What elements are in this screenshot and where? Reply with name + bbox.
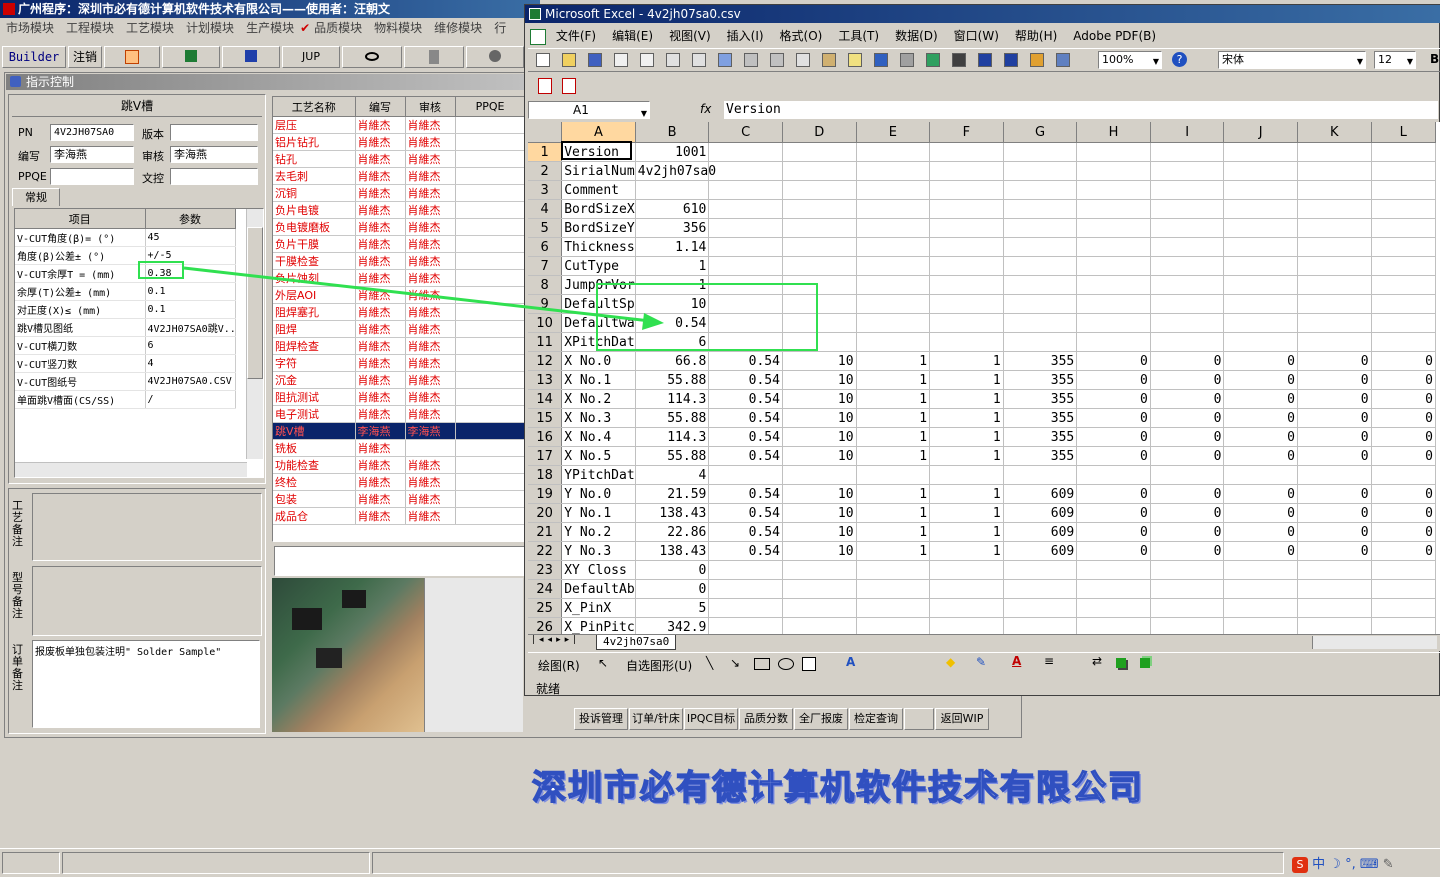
status-strip: S 中 ☽ °, ⌨ ✎ (0, 848, 1440, 877)
tools-icon[interactable]: ✎ (1383, 857, 1394, 872)
ime-mode[interactable]: 中 (1312, 857, 1325, 872)
keyboard-icon[interactable]: ⌨ (1360, 857, 1379, 872)
status-pane-1 (2, 852, 60, 874)
status-pane-3 (372, 852, 1284, 874)
moon-icon[interactable]: ☽ (1329, 857, 1341, 872)
ime-toolbar[interactable]: S 中 ☽ °, ⌨ ✎ (1292, 853, 1438, 873)
status-pane-2 (62, 852, 370, 874)
arrow-line (183, 266, 651, 323)
annotation-arrow (183, 266, 664, 330)
arrow-head (642, 313, 664, 330)
sogou-icon[interactable]: S (1292, 857, 1308, 873)
punctuation-icon[interactable]: °, (1345, 857, 1356, 872)
